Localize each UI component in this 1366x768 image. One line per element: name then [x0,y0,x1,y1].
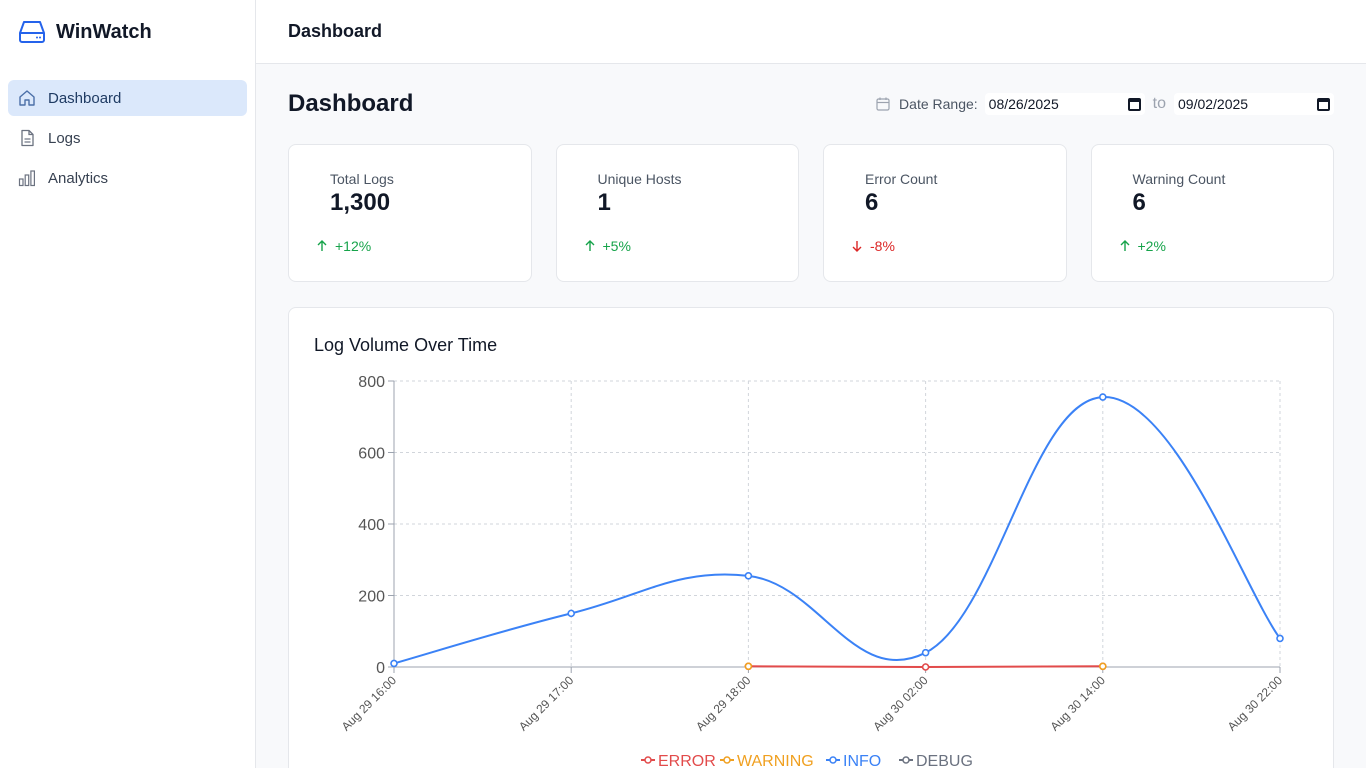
stat-label: Error Count [865,171,938,187]
top-header: Dashboard [256,0,1366,64]
x-tick-label: Aug 29 17:00 [516,673,577,734]
x-tick-label: Aug 30 22:00 [1225,673,1286,734]
sidebar-item-dashboard[interactable]: Dashboard [8,80,247,116]
page-header: Dashboard Date Range: 08/26/2025 to 09/0… [288,64,1334,144]
stat-label: Unique Hosts [597,171,682,187]
stat-value: 6 [865,189,879,216]
header-title: Dashboard [288,21,383,41]
legend-marker-error [644,756,652,764]
calendar-picker-icon[interactable] [1127,97,1141,111]
sidebar-nav: Dashboard Logs Analytics [0,64,255,196]
date-from-value: 08/26/2025 [988,96,1059,112]
stat-change-value: +5% [602,238,631,254]
data-point-info [1098,393,1107,401]
legend-marker-warning [723,756,731,764]
stat-card-warning-count: Warning Count 6 +2% [1090,144,1334,282]
data-point-warning [744,662,753,671]
hard-drive-icon [19,21,45,43]
stat-change-value: -8% [870,238,895,254]
bar-chart-icon [18,169,36,187]
stat-change-value: +12% [335,238,372,254]
y-tick-label: 800 [358,374,385,391]
page-title: Dashboard [288,90,414,117]
home-icon [18,89,36,107]
log-volume-chart-card: Log Volume Over Time 0 200 400 600 800 Aug 29… [288,307,1334,768]
stat-change: +2% [1118,238,1166,254]
y-tick-label: 200 [358,589,385,606]
stat-card-error-count: Error Count 6 -8% [823,144,1067,282]
calendar-picker-icon[interactable] [1317,97,1330,111]
stat-change-value: +2% [1137,238,1166,254]
sidebar: WinWatch Dashboard Logs Analytics [0,0,256,768]
sidebar-item-label: Analytics [48,169,109,187]
x-tick-label: Aug 29 18:00 [693,673,754,734]
calendar-icon [876,97,890,111]
data-point-info [390,659,398,668]
date-range: Date Range: 08/26/2025 to 09/02/2025 [876,93,1334,115]
data-point-info [567,609,576,618]
date-range-separator: to [1152,95,1166,112]
y-tick-label: 0 [376,660,385,677]
sidebar-item-logs[interactable]: Logs [8,120,247,156]
legend-label-info: INFO [843,753,881,768]
sidebar-item-analytics[interactable]: Analytics [8,160,247,196]
data-point-error [921,663,930,671]
series-line-info [393,396,1281,665]
legend-label-debug: DEBUG [916,753,973,768]
brand[interactable]: WinWatch [0,0,255,64]
date-from-input[interactable]: 08/26/2025 [984,93,1145,115]
date-to-value: 09/02/2025 [1178,96,1249,112]
stat-change: -8% [850,238,895,254]
data-point-info [921,648,930,657]
sidebar-item-label: Dashboard [48,89,122,107]
stat-change: +5% [583,238,631,254]
data-point-warning [1098,662,1107,671]
file-icon [18,129,36,147]
app-name: WinWatch [56,20,152,43]
stats-row: Total Logs 1,300 +12% Unique Hosts 1 +5%… [288,144,1334,282]
data-point-info [744,572,753,580]
legend-label-error: ERROR [658,753,716,768]
data-point-info [1276,634,1284,643]
log-volume-chart: 0 200 400 600 800 Aug 29 16:00 Aug 29 17:00 Aug… [339,374,1286,768]
date-to-input[interactable]: 09/02/2025 [1174,93,1334,115]
main-content: Dashboard Date Range: 08/26/2025 to 09/0… [288,64,1334,768]
stat-card-total-logs: Total Logs 1,300 +12% [288,144,532,282]
stat-value: 6 [1132,189,1146,216]
x-tick-label: Aug 30 02:00 [870,673,931,734]
sidebar-item-label: Logs [48,129,81,147]
y-tick-label: 600 [358,446,385,463]
stat-change: +12% [315,238,371,254]
y-tick-label: 400 [358,517,385,534]
legend-marker-info [829,756,837,764]
x-tick-label: Aug 30 14:00 [1048,673,1109,734]
arrow-up-icon [1120,240,1129,251]
arrow-up-icon [585,240,594,251]
arrow-down-icon [852,241,862,252]
stat-card-unique-hosts: Unique Hosts 1 +5% [555,144,799,282]
stat-value: 1,300 [330,189,391,216]
legend-label-warning: WARNING [737,753,814,768]
legend-marker-debug [902,756,910,764]
date-range-label: Date Range: [899,96,978,112]
stat-label: Warning Count [1132,171,1226,187]
stat-label: Total Logs [330,171,394,187]
x-tick-label: Aug 29 16:00 [339,673,400,734]
arrow-up-icon [317,240,327,251]
stat-value: 1 [597,189,611,216]
